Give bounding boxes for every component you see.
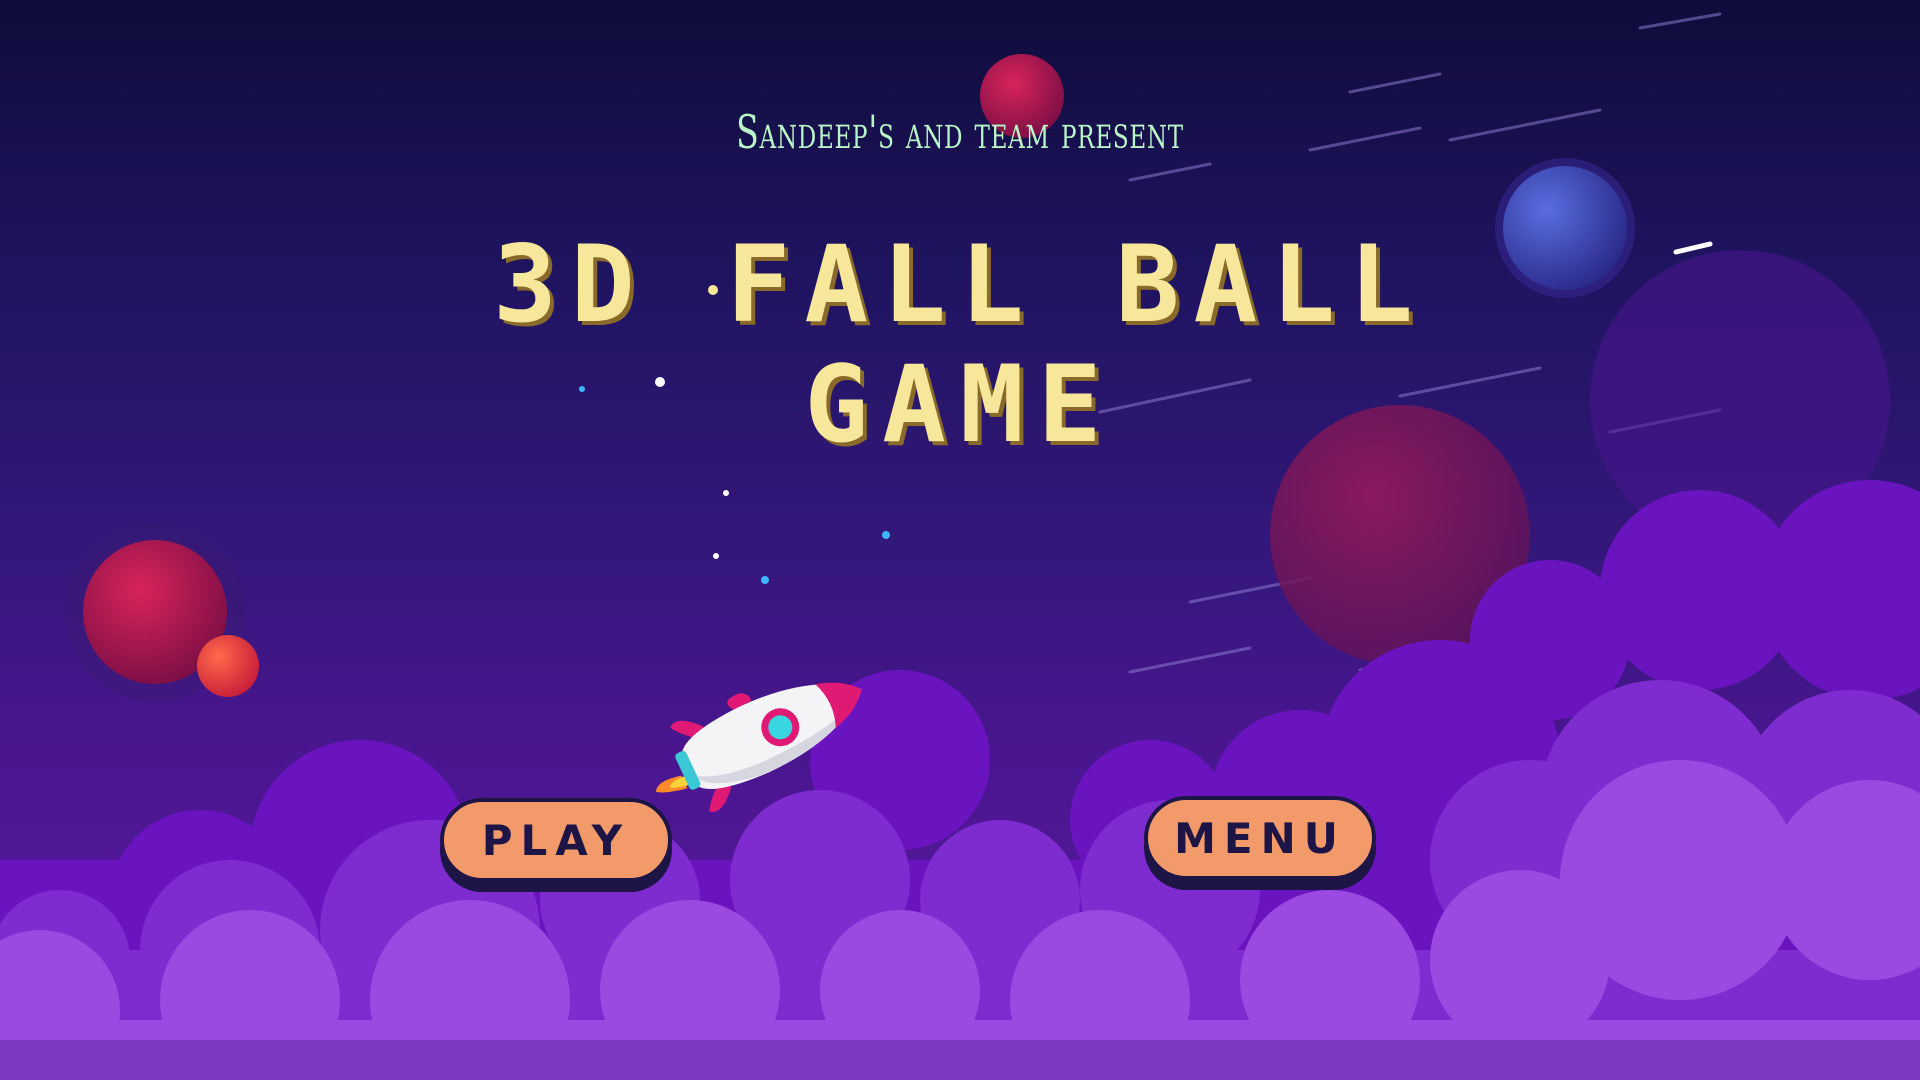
game-title-line-1: 3D FALL BALL xyxy=(493,223,1427,346)
game-title-line-2: GAME xyxy=(804,343,1116,466)
planet-icon xyxy=(197,635,259,697)
rocket-icon xyxy=(655,682,862,812)
space-background xyxy=(0,12,1920,1080)
menu-button[interactable]: MENU xyxy=(1144,796,1376,880)
game-title: 3D FALL BALL GAME xyxy=(0,225,1920,465)
presenter-subtitle: Sandeep's and team present xyxy=(736,105,1184,159)
play-button[interactable]: PLAY xyxy=(440,798,672,882)
title-screen: Sandeep's and team present 3D FALL BALL … xyxy=(0,0,1920,1080)
